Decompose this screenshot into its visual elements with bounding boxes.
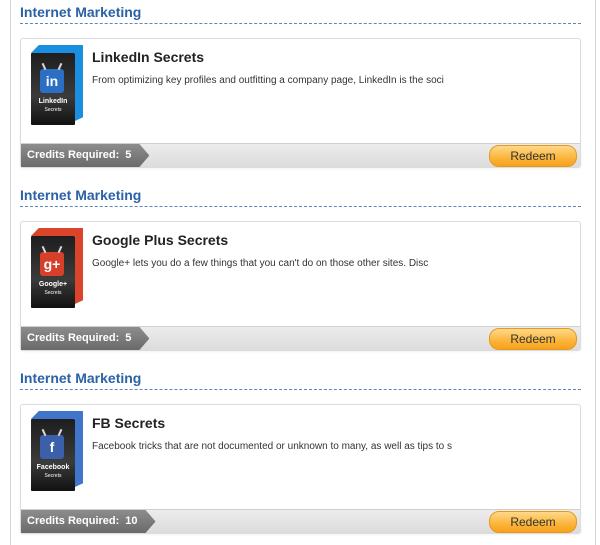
product-title[interactable]: FB Secrets: [92, 415, 165, 431]
product-description: Google+ lets you do a few things that yo…: [92, 258, 429, 269]
credits-label: Credits Required:: [27, 515, 120, 527]
section-linkedin: Internet Marketing in LinkedIn Secrets L…: [20, 1, 581, 168]
credits-required-tag: Credits Required: 5: [21, 144, 149, 167]
credits-value: 10: [125, 515, 138, 527]
box-label: Google+: [38, 281, 68, 288]
section-divider: [20, 23, 581, 24]
section-google-plus: Internet Marketing g+ Google+ Secrets Go…: [20, 184, 581, 351]
linkedin-icon: in: [40, 69, 64, 93]
box-sublabel: Secrets: [44, 107, 62, 113]
product-box-image: g+ Google+ Secrets: [27, 228, 87, 308]
section-divider: [20, 389, 581, 390]
product-box-image: f Facebook Secrets: [27, 411, 87, 491]
section-heading: Internet Marketing: [20, 187, 142, 203]
google-plus-icon: g+: [40, 252, 64, 276]
section-heading: Internet Marketing: [20, 370, 142, 386]
section-facebook: Internet Marketing f Facebook Secrets FB…: [20, 367, 581, 534]
section-heading: Internet Marketing: [20, 4, 142, 20]
section-divider: [20, 206, 581, 207]
product-description: From optimizing key profiles and outfitt…: [92, 75, 444, 86]
card-footer: Credits Required: 5 Redeem: [21, 326, 580, 350]
product-box-image: in LinkedIn Secrets: [27, 45, 87, 125]
product-card: in LinkedIn Secrets LinkedIn Secrets Fro…: [20, 38, 581, 168]
product-card: g+ Google+ Secrets Google Plus Secrets G…: [20, 221, 581, 351]
credits-value: 5: [125, 149, 132, 161]
product-description: Facebook tricks that are not documented …: [92, 441, 452, 452]
box-label: LinkedIn: [38, 98, 68, 105]
redeem-button[interactable]: Redeem: [489, 145, 577, 167]
card-footer: Credits Required: 10 Redeem: [21, 509, 580, 533]
credits-value: 5: [125, 332, 132, 344]
redeem-button[interactable]: Redeem: [489, 511, 577, 533]
credits-label: Credits Required:: [27, 332, 120, 344]
box-sublabel: Secrets: [44, 290, 62, 296]
product-title[interactable]: Google Plus Secrets: [92, 232, 228, 248]
redeem-button[interactable]: Redeem: [489, 328, 577, 350]
card-footer: Credits Required: 5 Redeem: [21, 143, 580, 167]
product-title[interactable]: LinkedIn Secrets: [92, 49, 204, 65]
credits-label: Credits Required:: [27, 149, 120, 161]
credits-required-tag: Credits Required: 5: [21, 327, 149, 350]
facebook-icon: f: [40, 435, 64, 459]
product-card: f Facebook Secrets FB Secrets Facebook t…: [20, 404, 581, 534]
credits-required-tag: Credits Required: 10: [21, 510, 156, 533]
box-sublabel: Secrets: [44, 473, 62, 479]
box-label: Facebook: [36, 464, 70, 471]
